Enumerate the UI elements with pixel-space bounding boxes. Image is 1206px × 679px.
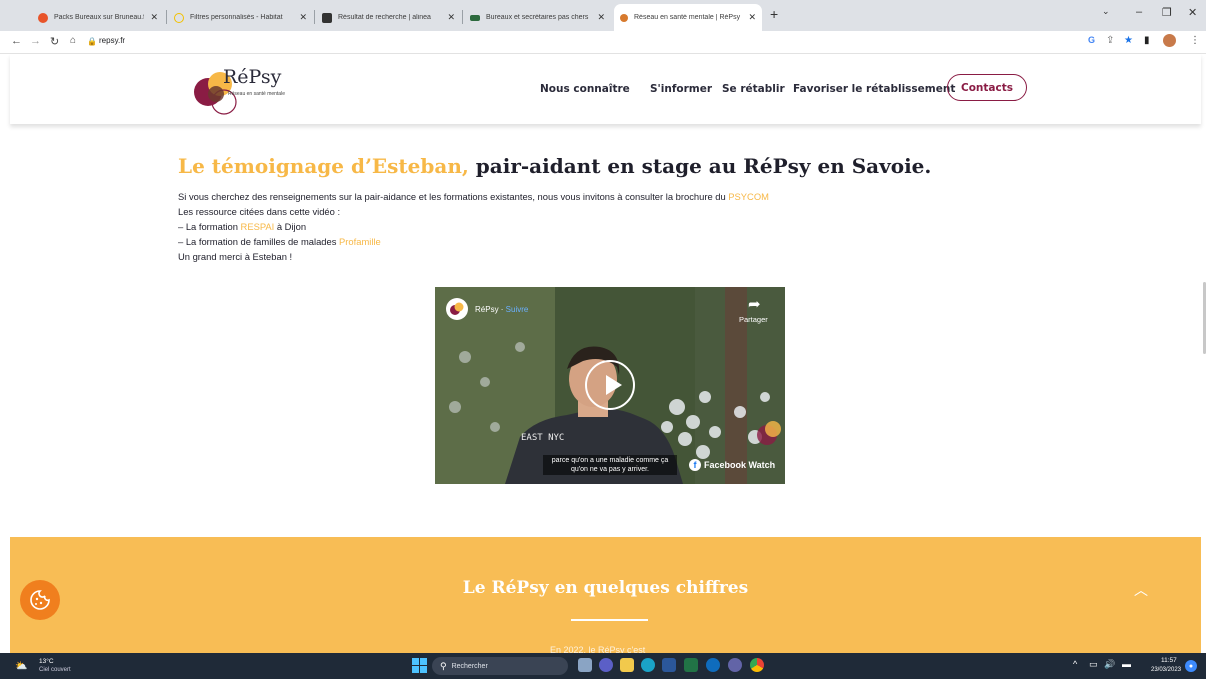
close-tab-icon[interactable]: ✕ (150, 12, 158, 23)
channel-name[interactable]: RéPsy · Suivre (475, 305, 528, 314)
facebook-watch-link[interactable]: f Facebook Watch (689, 459, 775, 471)
tab-favicon-icon (38, 12, 48, 23)
bookmark-star-icon[interactable]: ★ (1124, 35, 1133, 46)
tab-title: Filtres personnalisés - Habitat (190, 14, 283, 21)
browser-tab[interactable]: Filtres personnalisés - Habitat ✕ (168, 4, 313, 31)
title-underline (571, 619, 648, 621)
respai-link[interactable]: RESPAI (241, 221, 275, 232)
new-tab-button[interactable]: + (770, 6, 778, 22)
clock-time[interactable]: 11:57 (1161, 657, 1177, 664)
back-arrow-icon[interactable]: ← (11, 35, 22, 47)
minimize-icon[interactable]: – (1136, 6, 1142, 18)
page-title: Le témoignage d’Esteban, pair-aidant en … (178, 154, 931, 178)
play-icon (606, 375, 622, 395)
share-arrow-icon[interactable]: ➦ (748, 295, 761, 313)
weather-temperature[interactable]: 13°C (39, 658, 54, 665)
chrome-icon[interactable] (750, 658, 764, 672)
nav-favoriser-retablissement[interactable]: Favoriser le rétablissement (793, 83, 955, 95)
facebook-icon: f (689, 459, 701, 471)
profile-avatar[interactable] (1163, 34, 1176, 47)
browser-tab-active[interactable]: Réseau en santé mentale | RéPsy ✕ (614, 4, 762, 31)
figures-section: Le RéPsy en quelques chiffres En 2022, l… (10, 537, 1201, 655)
tab-title: Réseau en santé mentale | RéPsy (634, 14, 741, 21)
nav-nous-connaitre[interactable]: Nous connaître (540, 83, 630, 95)
resource-respai: – La formation RESPAI à Dijon (178, 221, 307, 232)
resource-profamille: – La formation de familles de malades Pr… (178, 236, 381, 247)
lock-icon[interactable]: 🔒 (87, 37, 97, 46)
follow-link[interactable]: Suivre (506, 305, 529, 314)
windows-taskbar: ⛅ 13°C Ciel couvert ⚲ Rechercher ^ ▭ 🔊 ▬… (0, 653, 1206, 679)
tab-title: Résultat de recherche | alinea (338, 14, 431, 21)
intro-line: Si vous cherchez des renseignements sur … (178, 191, 769, 202)
title-rest: pair-aidant en stage au RéPsy en Savoie. (468, 154, 932, 178)
taskbar-search[interactable]: ⚲ Rechercher (432, 657, 568, 675)
tab-favicon-icon (620, 13, 628, 22)
clock-date[interactable]: 23/03/2023 (1151, 667, 1181, 673)
psycom-link[interactable]: PSYCOM (728, 191, 769, 202)
forward-arrow-icon[interactable]: → (30, 35, 41, 47)
cloud-icon[interactable]: ⛅ (15, 661, 27, 672)
video-subtitle: parce qu'on a une maladie comme ça qu'on… (543, 455, 677, 475)
tray-chevron-icon[interactable]: ^ (1073, 659, 1077, 669)
play-button[interactable] (585, 360, 635, 410)
tab-search-icon[interactable]: ⌄ (1102, 6, 1110, 17)
reload-icon[interactable]: ↻ (50, 35, 59, 48)
search-icon: ⚲ (440, 660, 447, 671)
address-bar: ← → ↻ ⌂ 🔒 repsy.fr G ⇪ ★ ▮ ⋮ (0, 31, 1206, 54)
display-icon[interactable]: ▭ (1089, 659, 1098, 670)
title-highlight: Le témoignage d’Esteban, (178, 154, 469, 178)
weather-description[interactable]: Ciel couvert (39, 667, 71, 673)
nav-s-informer[interactable]: S'informer (650, 83, 712, 95)
close-tab-icon[interactable]: ✕ (447, 12, 455, 23)
battery-icon[interactable]: ▬ (1122, 659, 1131, 669)
outlook-icon[interactable] (706, 658, 720, 672)
scroll-to-top-icon[interactable]: ︿ (1134, 580, 1148, 600)
share-label[interactable]: Partager (739, 315, 768, 324)
browser-tab[interactable]: Packs Bureaux sur Bruneau.fr ✕ (32, 4, 164, 31)
cookie-icon (30, 590, 50, 610)
google-icon[interactable]: G (1088, 35, 1095, 45)
tab-favicon-icon (174, 12, 184, 23)
browser-tab[interactable]: Résultat de recherche | alinea ✕ (316, 4, 461, 31)
thanks-line: Un grand merci à Esteban ! (178, 251, 293, 262)
tab-title: Packs Bureaux sur Bruneau.fr (54, 14, 145, 21)
sweater-print: EAST NYC (521, 433, 565, 443)
browser-tab[interactable]: Bureaux et secrétaires pas chers ✕ (464, 4, 611, 31)
logo-tagline: Réseau en santé mentale (228, 91, 285, 97)
chat-icon[interactable] (599, 658, 613, 672)
logo-text: RéPsy (223, 66, 282, 88)
close-tab-icon[interactable]: ✕ (748, 12, 756, 23)
contacts-button[interactable]: Contacts (947, 74, 1027, 101)
channel-avatar[interactable] (446, 298, 468, 320)
tab-favicon-icon (470, 14, 480, 21)
close-tab-icon[interactable]: ✕ (597, 12, 605, 23)
excel-icon[interactable] (684, 658, 698, 672)
menu-dots-icon[interactable]: ⋮ (1190, 35, 1200, 46)
volume-icon[interactable]: 🔊 (1104, 659, 1115, 670)
browser-tab-bar: Packs Bureaux sur Bruneau.fr ✕ Filtres p… (0, 0, 1206, 31)
file-explorer-icon[interactable] (620, 658, 634, 672)
profamille-link[interactable]: Profamille (339, 236, 381, 247)
windows-start-icon[interactable] (412, 658, 427, 673)
nav-se-retablir[interactable]: Se rétablir (722, 83, 785, 95)
figures-title: Le RéPsy en quelques chiffres (462, 578, 749, 598)
facebook-video-player[interactable]: EAST NYC RéPsy · Suivre ➦ Partager parce… (435, 287, 785, 484)
resources-heading: Les ressource citées dans cette vidéo : (178, 206, 341, 217)
edge-icon[interactable] (641, 658, 655, 672)
url-field[interactable]: repsy.fr (99, 36, 125, 45)
restore-icon[interactable]: ❐ (1162, 6, 1172, 19)
tab-favicon-icon (322, 12, 332, 23)
site-header: RéPsy Réseau en santé mentale Nous conna… (10, 54, 1201, 124)
notification-icon[interactable]: ● (1185, 660, 1197, 672)
home-icon[interactable]: ⌂ (70, 35, 76, 46)
close-window-icon[interactable]: ✕ (1188, 6, 1197, 19)
word-icon[interactable] (662, 658, 676, 672)
teams-icon[interactable] (728, 658, 742, 672)
share-icon[interactable]: ⇪ (1106, 35, 1114, 46)
sidebar-icon[interactable]: ▮ (1144, 35, 1150, 46)
tab-title: Bureaux et secrétaires pas chers (486, 14, 589, 21)
task-view-icon[interactable] (578, 658, 592, 672)
close-tab-icon[interactable]: ✕ (299, 12, 307, 23)
cookie-settings-button[interactable] (20, 580, 60, 620)
